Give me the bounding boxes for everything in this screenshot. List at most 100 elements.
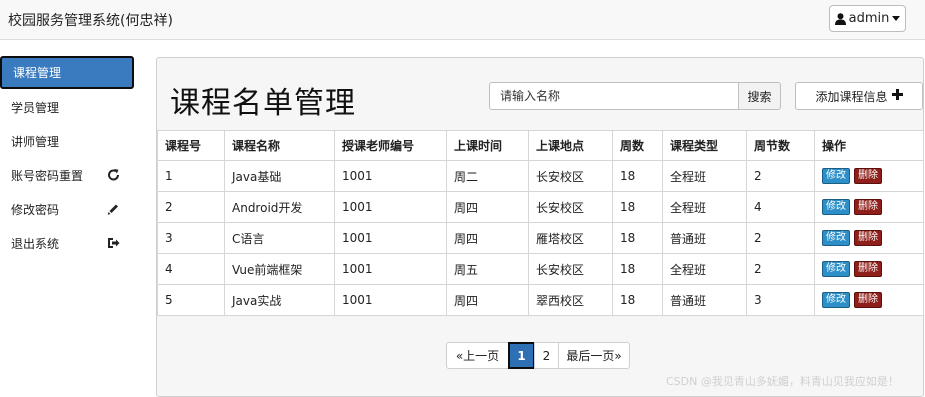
prev-page-link[interactable]: «上一页 xyxy=(446,342,509,369)
column-header: 课程号 xyxy=(157,130,225,161)
actions-cell: 修改 删除 xyxy=(814,284,924,316)
user-menu-button[interactable]: admin xyxy=(829,5,906,32)
sidebar-item-logout[interactable]: 退出系统 xyxy=(0,226,134,260)
table-cell: 周二 xyxy=(446,160,529,192)
page-link-2[interactable]: 2 xyxy=(534,342,559,369)
table-cell: 周四 xyxy=(446,284,529,316)
actions-cell: 修改 删除 xyxy=(814,253,924,285)
delete-button[interactable]: 删除 xyxy=(854,199,882,215)
table-cell: 周四 xyxy=(446,222,529,254)
edit-button[interactable]: 修改 xyxy=(822,168,850,184)
table-cell: 1001 xyxy=(334,222,447,254)
table-cell: 长安校区 xyxy=(528,253,613,285)
table-cell: 2 xyxy=(157,191,225,223)
table-cell: 18 xyxy=(612,160,663,192)
table-cell: Vue前端框架 xyxy=(224,253,335,285)
sidebar-item-label: 账号密码重置 xyxy=(11,168,84,183)
table-cell: 3 xyxy=(746,284,815,316)
table-cell: 周四 xyxy=(446,191,529,223)
table-cell: 长安校区 xyxy=(528,160,613,192)
delete-button[interactable]: 删除 xyxy=(854,230,882,246)
add-course-button-label: 添加课程信息 xyxy=(815,89,888,104)
table-cell: 1001 xyxy=(334,253,447,285)
delete-button[interactable]: 删除 xyxy=(854,168,882,184)
table-cell: 普通班 xyxy=(662,222,747,254)
table-cell: 1001 xyxy=(334,160,447,192)
column-header: 课程名称 xyxy=(224,130,335,161)
column-header: 周数 xyxy=(612,130,663,161)
table-cell: 4 xyxy=(746,191,815,223)
table-cell: Java基础 xyxy=(224,160,335,192)
table-header-row: 课程号 课程名称 授课老师编号 上课时间 上课地点 周数 课程类型 周节数 操作 xyxy=(157,130,924,161)
table-cell: 5 xyxy=(157,284,225,316)
plus-icon xyxy=(891,89,903,103)
table-cell: 全程班 xyxy=(662,160,747,192)
sidebar-item-label: 课程管理 xyxy=(13,66,62,80)
table-row: 3 C语言 1001 周四 雁塔校区 18 普通班 2 修改 删除 xyxy=(157,222,924,254)
column-header: 课程类型 xyxy=(662,130,747,161)
page-link-1[interactable]: 1 xyxy=(508,342,535,369)
edit-button[interactable]: 修改 xyxy=(822,199,850,215)
page-title: 课程名单管理 xyxy=(170,86,356,121)
top-navbar: 校园服务管理系统(何忠祥) admin xyxy=(0,0,925,40)
table-cell: 长安校区 xyxy=(528,191,613,223)
table-cell: 1001 xyxy=(334,191,447,223)
watermark-text: CSDN @我见青山多妩媚，料青山见我应如是！ xyxy=(666,375,899,388)
table-row: 5 Java实战 1001 周四 翠西校区 18 普通班 3 修改 删除 xyxy=(157,284,924,316)
table-row: 4 Vue前端框架 1001 周五 长安校区 18 全程班 2 修改 删除 xyxy=(157,253,924,285)
table-cell: 全程班 xyxy=(662,253,747,285)
last-page-link[interactable]: 最后一页» xyxy=(558,342,630,369)
search-button[interactable]: 搜索 xyxy=(738,82,781,110)
sidebar-item-change-password[interactable]: 修改密码 xyxy=(0,192,134,226)
pencil-icon xyxy=(107,203,120,216)
table-cell: 2 xyxy=(746,222,815,254)
sidebar-item-teacher-management[interactable]: 讲师管理 xyxy=(0,124,134,158)
table-cell: 雁塔校区 xyxy=(528,222,613,254)
table-row: 2 Android开发 1001 周四 长安校区 18 全程班 4 修改 删除 xyxy=(157,191,924,223)
delete-button[interactable]: 删除 xyxy=(854,292,882,308)
sidebar-item-label: 修改密码 xyxy=(11,202,60,217)
course-table: 课程号 课程名称 授课老师编号 上课时间 上课地点 周数 课程类型 周节数 操作… xyxy=(157,130,924,316)
logout-icon xyxy=(107,237,120,250)
user-icon xyxy=(834,12,846,25)
table-cell: 1 xyxy=(157,160,225,192)
search-input[interactable]: 请输入名称 xyxy=(489,82,739,110)
table-cell: 4 xyxy=(157,253,225,285)
sidebar-item-student-management[interactable]: 学员管理 xyxy=(0,90,134,124)
app-title: 校园服务管理系统(何忠祥) xyxy=(8,13,173,29)
sidebar-item-label: 退出系统 xyxy=(11,236,60,251)
table-cell: 1001 xyxy=(334,284,447,316)
pagination: «上一页 1 2 最后一页» xyxy=(446,342,630,369)
edit-button[interactable]: 修改 xyxy=(822,292,850,308)
sidebar-item-label: 讲师管理 xyxy=(11,134,60,149)
sidebar-item-course-management[interactable]: 课程管理 xyxy=(0,56,134,89)
table-row: 1 Java基础 1001 周二 长安校区 18 全程班 2 修改 删除 xyxy=(157,160,924,192)
column-header: 授课老师编号 xyxy=(334,130,447,161)
table-cell: 18 xyxy=(612,253,663,285)
sidebar-item-password-reset[interactable]: 账号密码重置 xyxy=(0,158,134,192)
sidebar: 课程管理 学员管理 讲师管理 账号密码重置 修改密码 退出系统 xyxy=(0,56,134,260)
edit-button[interactable]: 修改 xyxy=(822,261,850,277)
actions-cell: 修改 删除 xyxy=(814,222,924,254)
table-cell: 普通班 xyxy=(662,284,747,316)
edit-button[interactable]: 修改 xyxy=(822,230,850,246)
user-menu-label: admin xyxy=(848,11,890,26)
table-cell: 全程班 xyxy=(662,191,747,223)
table-cell: 3 xyxy=(157,222,225,254)
table-cell: 18 xyxy=(612,191,663,223)
table-cell: 2 xyxy=(746,160,815,192)
add-course-button[interactable]: 添加课程信息 xyxy=(795,82,923,110)
actions-cell: 修改 删除 xyxy=(814,160,924,192)
table-cell: 18 xyxy=(612,284,663,316)
caret-down-icon xyxy=(892,16,901,21)
delete-button[interactable]: 删除 xyxy=(854,261,882,277)
table-cell: Android开发 xyxy=(224,191,335,223)
search-button-label: 搜索 xyxy=(747,89,772,104)
column-header: 上课时间 xyxy=(446,130,529,161)
actions-cell: 修改 删除 xyxy=(814,191,924,223)
table-cell: 18 xyxy=(612,222,663,254)
table-cell: 周五 xyxy=(446,253,529,285)
table-cell: C语言 xyxy=(224,222,335,254)
column-header: 周节数 xyxy=(746,130,815,161)
table-cell: 翠西校区 xyxy=(528,284,613,316)
